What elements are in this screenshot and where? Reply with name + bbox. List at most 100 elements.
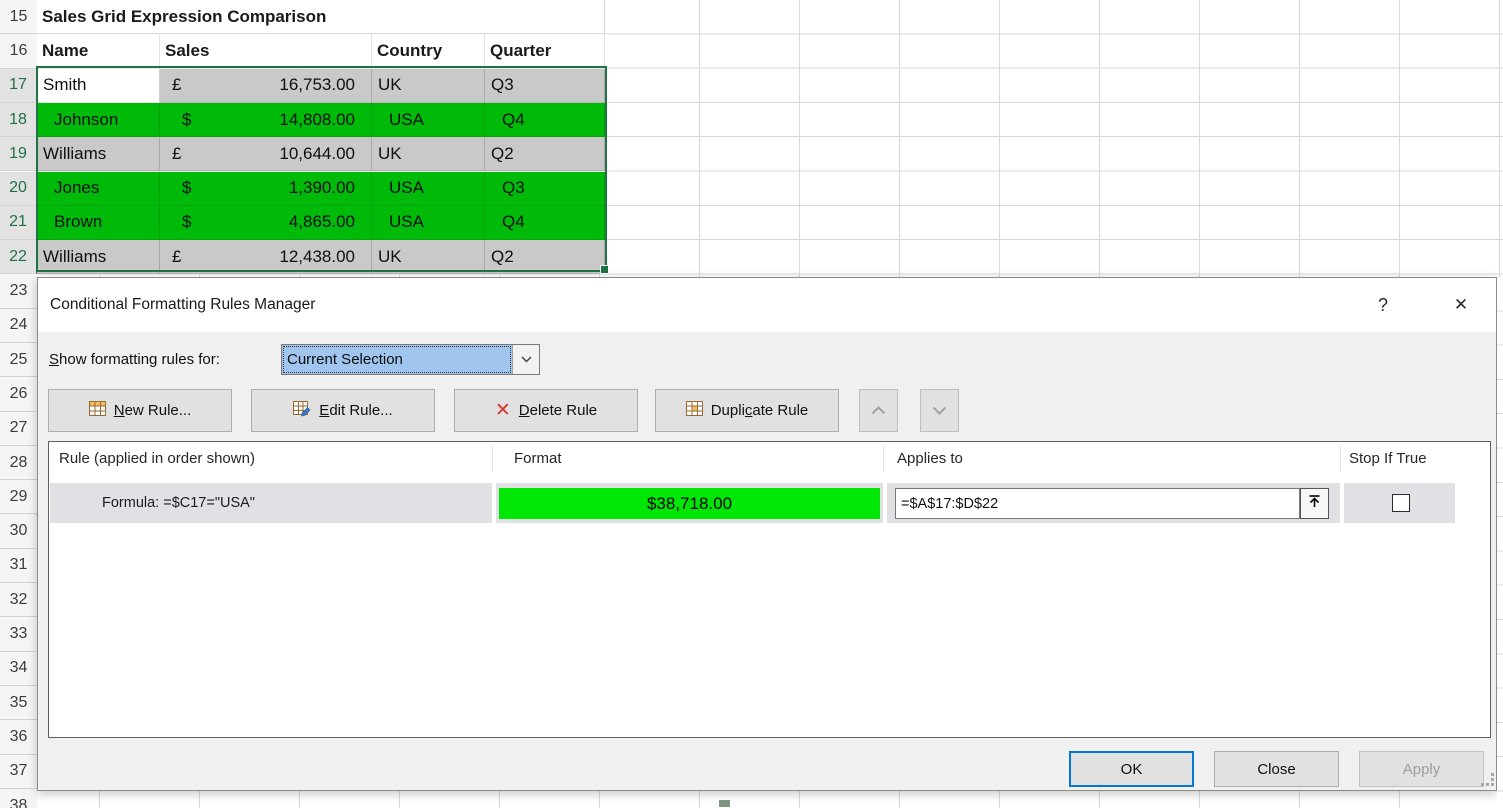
- cell-name[interactable]: Williams: [37, 240, 160, 274]
- table-row: Brown $ 4,865.00 USA Q4: [37, 206, 605, 240]
- column-header-applies-to: Applies to: [897, 442, 963, 475]
- row-header[interactable]: 30: [0, 515, 37, 549]
- sales-amount: 1,390.00: [289, 178, 355, 198]
- header-cell-country[interactable]: Country: [372, 34, 485, 68]
- cell-name[interactable]: Brown: [37, 206, 160, 240]
- table-header-row: Name Sales Country Quarter: [37, 34, 605, 68]
- row-header[interactable]: 29: [0, 480, 37, 514]
- currency-symbol: $: [182, 212, 191, 232]
- cell-name[interactable]: Jones: [37, 172, 160, 206]
- cell-quarter[interactable]: Q2: [485, 240, 605, 274]
- cell-quarter[interactable]: Q2: [485, 137, 605, 171]
- cell-name[interactable]: Smith: [37, 69, 160, 103]
- cell-name[interactable]: Johnson: [37, 103, 160, 137]
- format-preview: $38,718.00: [499, 488, 880, 519]
- row-header[interactable]: 16: [0, 34, 37, 68]
- chevron-down-icon: [932, 402, 947, 420]
- row-header[interactable]: 33: [0, 617, 37, 651]
- cell-quarter[interactable]: Q3: [485, 69, 605, 103]
- cell-country[interactable]: UK: [372, 240, 485, 274]
- row-header[interactable]: 37: [0, 755, 37, 789]
- excel-window: 1516171819202122232425262728293031323334…: [0, 0, 1503, 808]
- edit-rule-icon: [293, 401, 311, 421]
- scope-dropdown-value: Current Selection: [282, 345, 512, 374]
- resize-grip[interactable]: [1481, 773, 1495, 787]
- row-header[interactable]: 28: [0, 446, 37, 480]
- row-header[interactable]: 22: [0, 240, 37, 274]
- cell-country[interactable]: USA: [372, 172, 485, 206]
- help-icon[interactable]: ?: [1368, 278, 1398, 332]
- chevron-down-icon[interactable]: [512, 345, 539, 374]
- column-header-rule: Rule (applied in order shown): [59, 442, 255, 475]
- move-rule-up-button[interactable]: [859, 389, 898, 432]
- new-rule-icon: [89, 401, 106, 420]
- header-divider: [492, 446, 493, 472]
- sales-amount: 10,644.00: [279, 144, 355, 164]
- table-row: Smith £ 16,753.00 UK Q3: [37, 69, 605, 103]
- sales-amount: 4,865.00: [289, 212, 355, 232]
- row-header[interactable]: 26: [0, 377, 37, 411]
- row-header[interactable]: 38: [0, 789, 37, 808]
- table-row: Williams £ 12,438.00 UK Q2: [37, 240, 605, 274]
- row-header[interactable]: 25: [0, 343, 37, 377]
- cell-sales[interactable]: £ 12,438.00: [160, 240, 372, 274]
- cell-sales[interactable]: £ 16,753.00: [160, 69, 372, 103]
- stop-if-true-checkbox[interactable]: [1392, 494, 1410, 512]
- currency-symbol: £: [172, 144, 181, 164]
- delete-x-icon: ✕: [495, 401, 511, 420]
- row-header[interactable]: 20: [0, 172, 37, 206]
- row-header[interactable]: 19: [0, 137, 37, 171]
- cell-quarter[interactable]: Q3: [485, 172, 605, 206]
- cell-name[interactable]: Williams: [37, 137, 160, 171]
- cell-country[interactable]: USA: [372, 103, 485, 137]
- cell-country[interactable]: UK: [372, 69, 485, 103]
- rule-row[interactable]: Formula: =$C17="USA" $38,718.00: [50, 483, 1455, 523]
- row-header[interactable]: 15: [0, 0, 37, 34]
- new-rule-button[interactable]: New Rule...: [48, 389, 232, 432]
- sales-amount: 16,753.00: [279, 75, 355, 95]
- close-button[interactable]: Close: [1214, 751, 1339, 787]
- applies-to-input[interactable]: [895, 488, 1300, 519]
- row-header[interactable]: 31: [0, 549, 37, 583]
- ok-button[interactable]: OK: [1069, 751, 1194, 787]
- selection-handle-artifact: [719, 800, 730, 807]
- dialog-titlebar[interactable]: Conditional Formatting Rules Manager ? ✕: [38, 278, 1496, 332]
- header-divider: [1340, 446, 1341, 472]
- currency-symbol: $: [182, 110, 191, 130]
- row-header[interactable]: 27: [0, 412, 37, 446]
- duplicate-rule-button[interactable]: Duplicate Rule: [655, 389, 839, 432]
- cell-quarter[interactable]: Q4: [485, 103, 605, 137]
- delete-rule-button[interactable]: ✕ Delete Rule: [454, 389, 638, 432]
- header-cell-sales[interactable]: Sales: [160, 34, 372, 68]
- cell-quarter[interactable]: Q4: [485, 206, 605, 240]
- cell-sales[interactable]: $ 1,390.00: [160, 172, 372, 206]
- move-rule-down-button[interactable]: [920, 389, 959, 432]
- cell-sales[interactable]: $ 14,808.00: [160, 103, 372, 137]
- row-header-column: 1516171819202122232425262728293031323334…: [0, 0, 37, 808]
- cell-sales[interactable]: £ 10,644.00: [160, 137, 372, 171]
- currency-symbol: $: [182, 178, 191, 198]
- header-cell-quarter[interactable]: Quarter: [485, 34, 605, 68]
- close-icon[interactable]: ✕: [1444, 278, 1478, 332]
- row-header[interactable]: 17: [0, 69, 37, 103]
- sheet-title-cell[interactable]: Sales Grid Expression Comparison: [37, 0, 605, 34]
- header-cell-name[interactable]: Name: [37, 34, 160, 68]
- row-header[interactable]: 23: [0, 274, 37, 308]
- scope-dropdown[interactable]: Current Selection: [281, 344, 540, 375]
- cell-sales[interactable]: $ 4,865.00: [160, 206, 372, 240]
- row-header[interactable]: 34: [0, 652, 37, 686]
- chevron-up-icon: [871, 402, 886, 420]
- table-row: Jones $ 1,390.00 USA Q3: [37, 172, 605, 206]
- row-header[interactable]: 21: [0, 206, 37, 240]
- cell-country[interactable]: UK: [372, 137, 485, 171]
- row-header[interactable]: 32: [0, 583, 37, 617]
- row-header[interactable]: 18: [0, 103, 37, 137]
- cell-country[interactable]: USA: [372, 206, 485, 240]
- row-header[interactable]: 24: [0, 309, 37, 343]
- edit-rule-button[interactable]: Edit Rule...: [251, 389, 435, 432]
- row-header[interactable]: 35: [0, 686, 37, 720]
- sheet-sliver-right: [1497, 277, 1503, 808]
- collapse-dialog-range-picker-button[interactable]: [1300, 488, 1329, 519]
- fill-handle[interactable]: [600, 265, 609, 274]
- row-header[interactable]: 36: [0, 720, 37, 754]
